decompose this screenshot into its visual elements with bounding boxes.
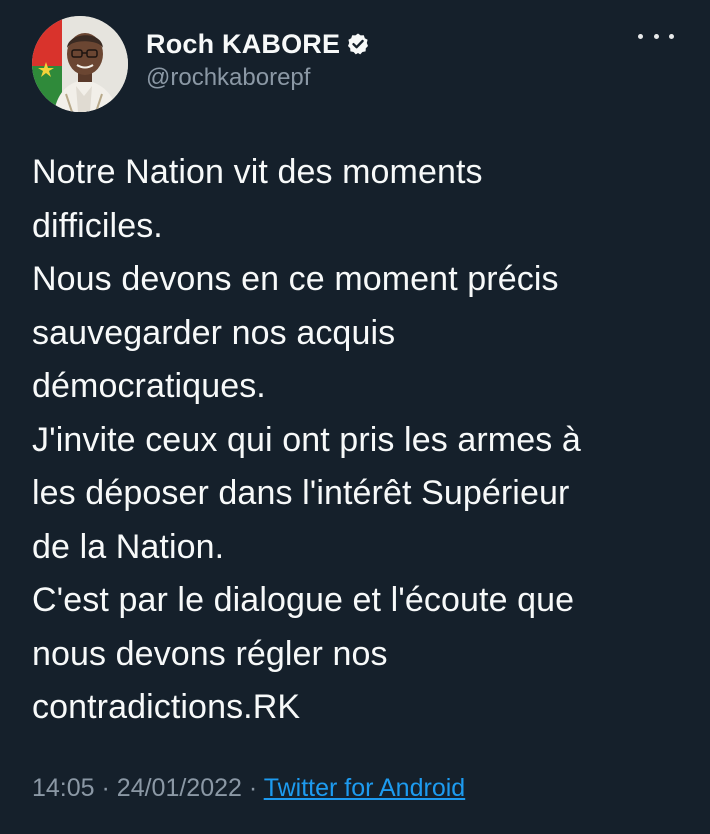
display-name[interactable]: Roch KABORE <box>146 29 340 60</box>
tweet-card: Roch KABORE @rochkaborepf Notre Nation v… <box>0 0 710 834</box>
tweet-text: Notre Nation vit des moments difficiles.… <box>32 153 581 726</box>
more-options-icon[interactable] <box>638 24 674 48</box>
dot-icon <box>638 33 643 39</box>
display-name-row: Roch KABORE <box>146 29 370 60</box>
tweet-time[interactable]: 14:05 <box>32 774 95 802</box>
meta-separator: · <box>101 774 110 802</box>
tweet-date[interactable]: 24/01/2022 <box>117 774 242 802</box>
author-names: Roch KABORE @rochkaborepf <box>146 29 370 92</box>
tweet-source-link[interactable]: Twitter for Android <box>264 774 465 802</box>
tweet-header: Roch KABORE @rochkaborepf <box>32 16 370 112</box>
dot-icon <box>669 33 674 39</box>
avatar[interactable] <box>32 16 128 112</box>
meta-separator: · <box>248 774 258 802</box>
verified-badge-icon <box>346 32 370 56</box>
tweet-meta: 14:05 · 24/01/2022 · Twitter for Android <box>32 774 465 803</box>
dot-icon <box>653 33 659 39</box>
author-handle[interactable]: @rochkaborepf <box>146 64 370 92</box>
profile-photo-icon <box>32 16 128 112</box>
